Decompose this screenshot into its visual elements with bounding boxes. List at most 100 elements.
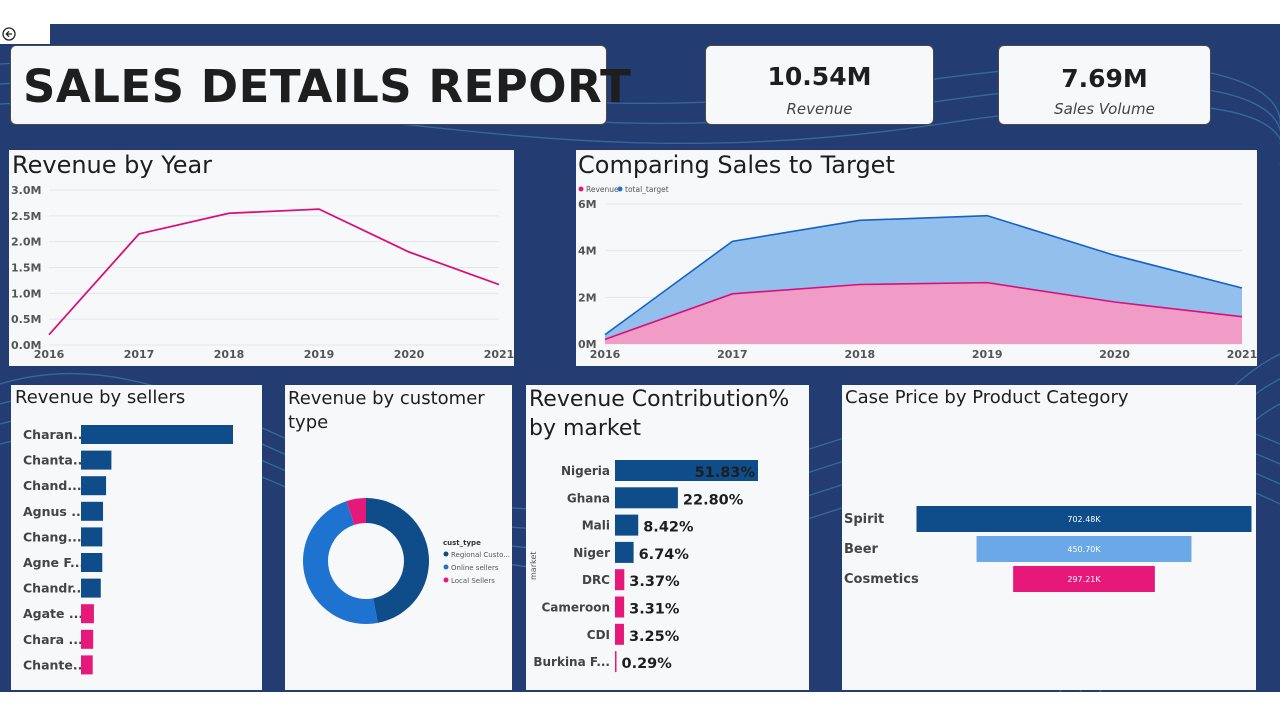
- category-label: Chand...: [23, 478, 82, 493]
- revenue-by-market-chart: market Nigeria 51.83% Ghana 22.80% Mali 8.42% N…: [529, 460, 758, 673]
- kpi-card-revenue[interactable]: 10.54M Revenue: [705, 45, 934, 125]
- category-label: DRC: [582, 573, 610, 587]
- y-tick-label: 0.5M: [11, 313, 41, 326]
- y-tick-label: 1.0M: [11, 287, 41, 300]
- y-tick-label: 4M: [578, 245, 597, 258]
- data-label: 702.48K: [1067, 515, 1101, 524]
- data-label: 3.31%: [629, 602, 680, 618]
- x-tick-label: 2017: [124, 348, 155, 361]
- bar: [81, 527, 103, 547]
- x-tick-label: 2017: [717, 348, 748, 361]
- x-tick-label: 2021: [484, 348, 514, 361]
- axis-label: market: [529, 552, 538, 580]
- x-tick-label: 2018: [214, 348, 245, 361]
- data-label: 297.21K: [1067, 575, 1101, 584]
- revenue-by-year-chart: 0.0M0.5M1.0M1.5M2.0M2.5M3.0M2016 2017 2018…: [11, 184, 514, 361]
- bar: [81, 476, 107, 496]
- bar: [81, 501, 104, 521]
- legend-label: Online sellers: [451, 564, 499, 572]
- kpi-label: Sales Volume: [1054, 100, 1155, 118]
- case-price-card[interactable]: Case Price by Product Category Spirit 702…: [842, 385, 1256, 690]
- category-label: Burkina F...: [533, 655, 610, 669]
- bar: [615, 623, 624, 645]
- sales-vs-target-card[interactable]: Comparing Sales to Target Revenue total_t…: [576, 150, 1257, 366]
- legend-label: Regional Custo...: [451, 551, 510, 559]
- legend-title: cust_type: [443, 539, 481, 547]
- data-label: 3.37%: [629, 574, 680, 590]
- bar: [81, 450, 112, 470]
- revenue-by-year-card[interactable]: Revenue by Year 0.0M 0.5M 1.0M 1.5M 2.0M 2.5M…: [9, 150, 514, 366]
- bar: [615, 651, 617, 673]
- x-tick-label: 2019: [972, 348, 1003, 361]
- category-label: Chara ...: [23, 632, 83, 647]
- bar: [615, 569, 625, 591]
- x-tick-label: 2020: [394, 348, 425, 361]
- category-label: Chandr...: [23, 581, 86, 596]
- legend-dot: [443, 577, 449, 583]
- y-tick-label: 6M: [578, 198, 597, 211]
- data-label: 3.25%: [629, 629, 680, 645]
- data-label: 51.83%: [695, 465, 756, 481]
- y-tick-label: 2.5M: [11, 210, 41, 223]
- y-tick-label: 1.5M: [11, 262, 41, 275]
- legend-dot: [443, 551, 449, 557]
- x-tick-label: 2016: [590, 348, 621, 361]
- legend-dot-revenue: [578, 186, 584, 192]
- x-tick-label: 2019: [304, 348, 335, 361]
- page-title: SALES DETAILS REPORT: [23, 60, 632, 113]
- bar: [615, 596, 625, 618]
- revenue-by-market-card[interactable]: Revenue Contribution% by market market Ni…: [526, 385, 809, 690]
- report-title-card: SALES DETAILS REPORT: [10, 45, 631, 125]
- category-label: Spirit: [844, 512, 884, 527]
- donut-slice: [366, 498, 430, 623]
- bar: [81, 578, 101, 598]
- sales-vs-target-chart: Revenue total_target0M2M4M6M2016 2017 2018 2…: [578, 185, 1257, 361]
- bar: [81, 629, 94, 649]
- y-tick-label: 2M: [578, 291, 597, 304]
- bar: [81, 604, 94, 624]
- data-label: 0.29%: [622, 656, 673, 672]
- series-line: [48, 208, 500, 336]
- legend-dot: [443, 564, 449, 570]
- bar: [615, 487, 678, 509]
- y-tick-label: 2.0M: [11, 236, 41, 249]
- legend-label: Revenue: [586, 185, 619, 194]
- case-price-chart: Spirit 702.48K Beer 450.70K Cosmetics 297.21K: [844, 506, 1252, 592]
- legend-label: Local Sellers: [451, 577, 495, 585]
- category-label: Agne F...: [23, 555, 84, 570]
- kpi-value: 10.54M: [767, 62, 872, 91]
- category-label: Niger: [573, 546, 610, 560]
- data-label: 8.42%: [643, 520, 694, 536]
- bar: [615, 514, 639, 536]
- category-label: CDI: [587, 628, 610, 642]
- back-arrow-icon[interactable]: [2, 27, 16, 41]
- category-label: Mali: [582, 519, 610, 533]
- category-label: Charan...: [23, 427, 87, 442]
- data-label: 6.74%: [639, 547, 690, 563]
- legend-label: total_target: [625, 185, 669, 194]
- category-label: Ghana: [567, 491, 610, 505]
- bar: [81, 425, 233, 444]
- revenue-by-customer-type-card[interactable]: Revenue by customer type cust_type Region…: [285, 385, 512, 690]
- x-tick-label: 2018: [844, 348, 875, 361]
- bar: [81, 553, 103, 572]
- kpi-label: Revenue: [786, 100, 853, 118]
- revenue-by-customer-type-chart: cust_type Regional Custo... Online sellers…: [302, 498, 510, 624]
- category-label: Nigeria: [561, 464, 610, 478]
- y-tick-label: 3.0M: [11, 184, 41, 197]
- bar: [81, 655, 93, 675]
- category-label: Chanta...: [23, 453, 87, 468]
- x-tick-label: 2021: [1227, 348, 1257, 361]
- kpi-card-sales-volume[interactable]: 7.69M Sales Volume: [998, 45, 1211, 125]
- kpi-value: 7.69M: [1061, 64, 1148, 93]
- category-label: Cosmetics: [844, 572, 919, 587]
- category-label: Chang...: [23, 529, 82, 544]
- x-tick-label: 2020: [1099, 348, 1130, 361]
- data-label: 22.80%: [683, 492, 744, 508]
- revenue-by-sellers-chart: Charan... Chanta... Chand... Agnus ... Chang…: [23, 425, 233, 675]
- data-label: 450.70K: [1067, 545, 1101, 554]
- legend-dot-target: [617, 186, 623, 192]
- revenue-by-sellers-card[interactable]: Revenue by sellers Charan... Chanta... Cha…: [11, 385, 262, 690]
- category-label: Agate ...: [23, 606, 83, 621]
- category-label: Beer: [844, 542, 879, 557]
